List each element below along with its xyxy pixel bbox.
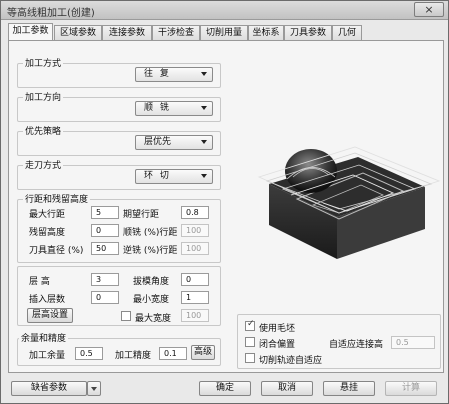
conventional-stepover-input[interactable]: 100: [181, 242, 209, 255]
machining-direction-label: 加工方向: [23, 90, 64, 103]
part-preview-image: [243, 129, 447, 304]
max-stepover-input[interactable]: 5: [91, 206, 119, 219]
cancel-button[interactable]: 取消: [261, 381, 313, 396]
min-width-label: 最小宽度: [133, 295, 170, 305]
title-bar[interactable]: 等高线粗加工(创建) ×: [1, 1, 448, 20]
tool-path-label: 走刀方式: [23, 158, 64, 171]
window-title: 等高线粗加工(创建): [7, 8, 95, 19]
machining-direction-select[interactable]: 顺 铣: [135, 101, 213, 116]
advanced-button[interactable]: 高级: [191, 345, 215, 360]
machining-mode-value: 往 复: [144, 69, 171, 79]
insert-layers-label: 插入层数: [29, 295, 66, 305]
tool-diameter-percent-input[interactable]: 50: [91, 242, 119, 255]
layer-settings-button[interactable]: 层高设置: [27, 308, 73, 323]
max-width-label: 最大宽度: [135, 314, 172, 324]
tab-machining-params[interactable]: 加工参数: [8, 23, 53, 41]
allowance-group-label: 余量和精度: [19, 331, 69, 344]
slope-angle-label: 拔模角度: [133, 277, 170, 287]
tab-panel: 加工方式 往 复 加工方向 顺 铣 优先策略 层优先 走刀方式 环 切 行距和残…: [8, 40, 444, 373]
allowance-input[interactable]: 0.5: [75, 347, 103, 360]
chevron-down-icon: [201, 72, 207, 76]
compute-button[interactable]: 计算: [385, 381, 437, 396]
trim-path-label: 切削轨迹自适应: [259, 356, 323, 366]
tab-coordinate-system[interactable]: 坐标系: [248, 25, 284, 41]
chevron-down-icon: [201, 174, 207, 178]
trim-path-checkbox[interactable]: [245, 353, 255, 363]
tab-tool-params[interactable]: 刀具参数: [284, 25, 332, 41]
precision-input[interactable]: 0.1: [159, 347, 187, 360]
max-width-checkbox[interactable]: [121, 311, 131, 321]
allowance-label: 加工余量: [29, 351, 66, 361]
chevron-down-icon: [201, 106, 207, 110]
tab-connection-params[interactable]: 连接参数: [102, 25, 152, 41]
close-button[interactable]: ×: [414, 2, 444, 17]
climb-stepover-input[interactable]: 100: [181, 224, 209, 237]
tool-path-value: 环 切: [144, 171, 171, 181]
adaptive-link-height-label: 自适应连接高: [329, 340, 384, 350]
insert-layers-input[interactable]: 0: [91, 291, 119, 304]
layer-height-input[interactable]: 3: [91, 273, 119, 286]
conventional-stepover-label: 逆铣 (%)行距: [123, 246, 178, 256]
priority-strategy-label: 优先策略: [23, 124, 64, 137]
tab-cutting-data[interactable]: 切削用量: [200, 25, 248, 41]
priority-strategy-value: 层优先: [144, 137, 172, 147]
machining-direction-value: 顺 铣: [144, 103, 171, 113]
ok-button[interactable]: 确定: [199, 381, 251, 396]
max-width-input[interactable]: 100: [181, 309, 209, 322]
layer-height-label: 层 高: [29, 277, 50, 287]
min-width-input[interactable]: 1: [181, 291, 209, 304]
suspend-button[interactable]: 悬挂: [323, 381, 375, 396]
machining-mode-select[interactable]: 往 复: [135, 67, 213, 82]
precision-label: 加工精度: [115, 351, 152, 361]
scallop-height-label: 残留高度: [29, 228, 66, 238]
dialog-window: 等高线粗加工(创建) × 加工参数 区域参数 连接参数 干涉检查 切削用量 坐标…: [0, 0, 449, 404]
expected-stepover-input[interactable]: 0.8: [181, 206, 209, 219]
tool-diameter-percent-label: 刀具直径 (%): [29, 246, 84, 256]
expected-stepover-label: 期望行距: [123, 210, 160, 220]
machining-mode-label: 加工方式: [23, 56, 64, 69]
tab-bar: 加工参数 区域参数 连接参数 干涉检查 切削用量 坐标系 刀具参数 几何: [8, 23, 444, 41]
use-blank-checkbox[interactable]: [245, 319, 255, 331]
climb-stepover-label: 顺铣 (%)行距: [123, 228, 178, 238]
use-blank-label: 使用毛坯: [259, 324, 296, 334]
default-params-dropdown[interactable]: [87, 381, 101, 396]
tab-interference-check[interactable]: 干涉检查: [152, 25, 200, 41]
stepover-group-label: 行距和残留高度: [23, 192, 91, 205]
default-params-label: 缺省参数: [30, 383, 67, 393]
tool-path-select[interactable]: 环 切: [135, 169, 213, 184]
chevron-down-icon: [91, 387, 97, 391]
tab-geometry[interactable]: 几何: [332, 25, 362, 41]
slope-angle-input[interactable]: 0: [181, 273, 209, 286]
chevron-down-icon: [201, 140, 207, 144]
default-params-button[interactable]: 缺省参数: [11, 381, 87, 396]
priority-strategy-select[interactable]: 层优先: [135, 135, 213, 150]
tab-region-params[interactable]: 区域参数: [54, 25, 102, 41]
scallop-height-input[interactable]: 0: [91, 224, 119, 237]
max-stepover-label: 最大行距: [29, 210, 66, 220]
closed-offset-label: 闭合偏置: [259, 340, 296, 350]
adaptive-link-height-input[interactable]: 0.5: [391, 336, 435, 349]
closed-offset-checkbox[interactable]: [245, 337, 255, 347]
